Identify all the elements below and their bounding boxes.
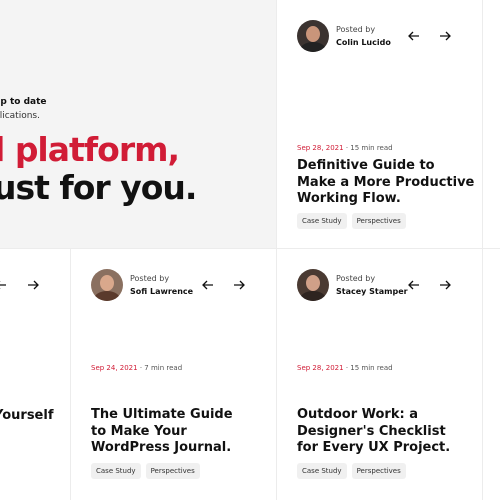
author-name[interactable]: Stacey Stamper [336, 287, 408, 296]
hero-headline-accent: platform, [14, 130, 180, 169]
hero-headline-line-1: l platform, [0, 130, 180, 169]
post-title[interactable]: Definitive Guide to Make a More Producti… [297, 158, 477, 208]
posted-by-label: Posted by [130, 274, 170, 283]
tag-perspectives[interactable]: Perspectives [145, 463, 200, 479]
post-card[interactable]: Posted by Sofi Lawrence Sep 24, 2021 · 7… [71, 249, 276, 500]
post-meta: Sep 28, 2021 · 15 min read [297, 364, 393, 372]
arrow-right-icon[interactable] [438, 29, 452, 43]
post-tags: Case Study Perspectives [297, 463, 406, 479]
post-tags: Case Study Perspectives [297, 213, 406, 229]
arrow-left-icon[interactable] [407, 278, 421, 292]
post-date: Sep 28, 2021 [297, 144, 344, 152]
author-avatar [297, 20, 329, 52]
post-meta: Sep 24, 2021 · 7 min read [91, 364, 182, 372]
read-time: · 15 min read [343, 144, 393, 152]
tag-case-study[interactable]: Case Study [91, 463, 141, 479]
post-date: Sep 28, 2021 [297, 364, 344, 372]
post-card[interactable]: Posted by Stacey Stamper Sep 28, 2021 · … [277, 249, 482, 500]
tag-perspectives[interactable]: Perspectives [351, 213, 406, 229]
hero-subline-1: up to date [0, 97, 47, 107]
author-avatar [91, 269, 123, 301]
grid-divider [482, 0, 483, 500]
post-card-partial[interactable] [0, 249, 70, 500]
read-time: · 7 min read [137, 364, 183, 372]
post-date: Sep 24, 2021 [91, 364, 138, 372]
post-title[interactable]: Outdoor Work: a Designer's Checklist for… [297, 407, 457, 457]
arrow-right-icon[interactable] [26, 278, 40, 292]
arrow-left-icon[interactable] [0, 278, 8, 292]
hero-section: up to date blications. l platform, ust f… [0, 0, 276, 248]
arrow-right-icon[interactable] [438, 278, 452, 292]
read-time: · 15 min read [343, 364, 393, 372]
post-title[interactable]: The Ultimate Guide to Make Your WordPres… [91, 407, 251, 457]
post-card[interactable]: Posted by Colin Lucido Sep 28, 2021 · 15… [277, 0, 482, 248]
arrow-left-icon[interactable] [407, 29, 421, 43]
arrow-right-icon[interactable] [232, 278, 246, 292]
hero-headline-line-2: ust for you. [0, 168, 197, 207]
post-meta: Sep 28, 2021 · 15 min read [297, 144, 393, 152]
tag-case-study[interactable]: Case Study [297, 463, 347, 479]
author-name[interactable]: Colin Lucido [336, 38, 391, 47]
hero-subline-2: blications. [0, 111, 40, 121]
posted-by-label: Posted by [336, 274, 376, 283]
post-tags: Case Study Perspectives [91, 463, 200, 479]
author-avatar [297, 269, 329, 301]
tag-case-study[interactable]: Case Study [297, 213, 347, 229]
posted-by-label: Posted by [336, 25, 376, 34]
hero-headline-prefix: l [0, 130, 15, 169]
arrow-left-icon[interactable] [201, 278, 215, 292]
post-title-partial[interactable]: Yourself [0, 408, 53, 423]
tag-perspectives[interactable]: Perspectives [351, 463, 406, 479]
author-name[interactable]: Sofi Lawrence [130, 287, 193, 296]
